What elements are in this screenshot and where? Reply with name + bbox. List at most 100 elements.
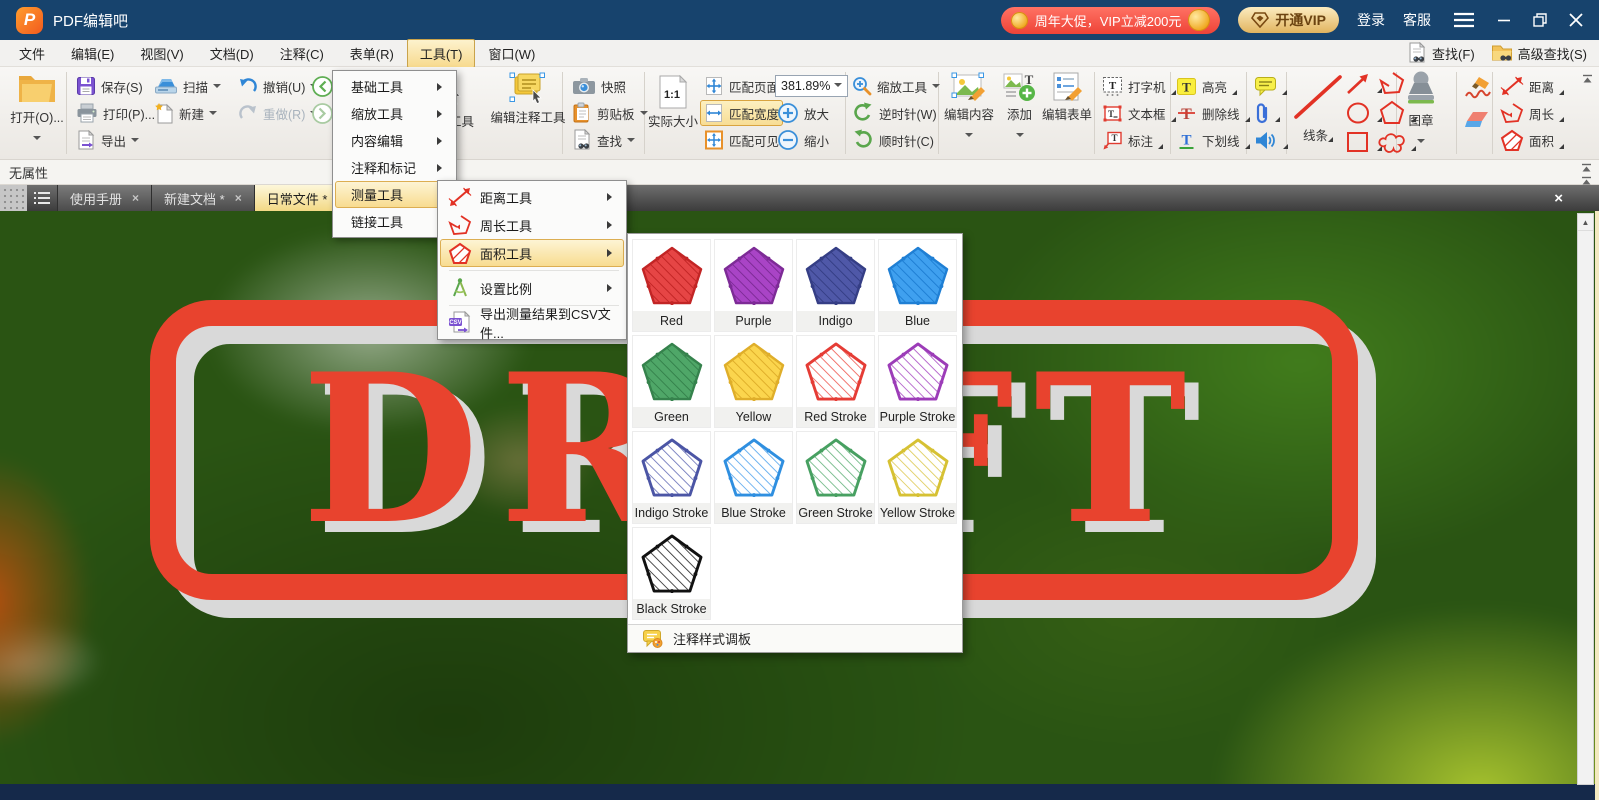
toolbar-button-周长[interactable]: 周长 (1496, 100, 1568, 126)
toolbar-button-打开-o-[interactable]: 打开(O)... (8, 71, 66, 144)
palette-item-red-stroke[interactable]: Red Stroke (796, 335, 875, 428)
toolbar-button-逆时针-w-[interactable]: 逆时针(W) (848, 100, 941, 126)
menu-item-缩放工具[interactable]: 缩放工具 (335, 100, 454, 127)
toolbar-button-高亮[interactable]: T高亮 (1172, 73, 1241, 99)
palette-item-yellow[interactable]: Yellow (714, 335, 793, 428)
underline-icon: T (1176, 130, 1197, 151)
menubar-item-文档-d-[interactable]: 文档(D) (197, 39, 267, 68)
toolbar-button-打印-p-[interactable]: 打印(P)... (72, 100, 159, 126)
close-document-button[interactable]: × (1554, 185, 1563, 211)
menu-item-面积工具[interactable]: 面积工具 (440, 239, 624, 267)
menu-item-label: 缩放工具 (351, 104, 403, 123)
palette-item-blue[interactable]: Blue (878, 239, 957, 332)
menu-item-内容编辑[interactable]: 内容编辑 (335, 127, 454, 154)
palette-item-yellow-stroke[interactable]: Yellow Stroke (878, 431, 957, 524)
menubar-item-工具-t-[interactable]: 工具(T) (407, 39, 476, 68)
minimize-button[interactable] (1497, 13, 1511, 27)
toolbar-button-距离[interactable]: 距离 (1496, 73, 1568, 99)
tabbar-grip-handle[interactable] (0, 185, 27, 211)
tab-list-button[interactable] (27, 185, 58, 211)
toolbar-button-查找[interactable]: 查找 (568, 127, 639, 153)
toolbar-button-实际大小[interactable]: 1:1实际大小 (648, 75, 698, 130)
button-label: 高亮 (1202, 77, 1227, 96)
toolbar-button-新建[interactable]: 新建 (150, 100, 221, 126)
annotation-style-palette-button[interactable]: 注释样式调板 (628, 624, 962, 652)
submenu-arrow-icon (607, 193, 616, 201)
toolbar-button-保存-s-[interactable]: 保存(S) (72, 73, 147, 99)
toolbar-button-编辑内容[interactable]: 编辑内容 (944, 72, 994, 141)
toolbar-button-标注[interactable]: T标注 (1098, 127, 1167, 153)
menu-item-设置比例[interactable]: 设置比例 (440, 274, 624, 302)
toolbar-button-匹配可见[interactable]: 匹配可见 (700, 127, 783, 153)
toolbar-button-扫描[interactable]: 扫描 (150, 73, 225, 99)
toolbar-button-line[interactable]: 线条 (1290, 71, 1346, 144)
menu-item-距离工具[interactable]: 距离工具 (440, 183, 624, 211)
menubar-item-文件[interactable]: 文件 (6, 39, 58, 68)
toolbar-button-删除线[interactable]: T删除线 (1172, 100, 1254, 126)
support-link[interactable]: 客服 (1403, 10, 1431, 30)
toolbar-button-eraser[interactable] (1460, 107, 1494, 133)
palette-item-blue-stroke[interactable]: Blue Stroke (714, 431, 793, 524)
toolbar-button-图章[interactable]: 图章 (1400, 70, 1442, 147)
collapse-panel-icon[interactable] (1581, 163, 1592, 173)
toolbar-button-导出[interactable]: 导出 (72, 127, 143, 153)
close-button[interactable] (1569, 13, 1583, 27)
toolbar-button-匹配页面[interactable]: 匹配页面 (700, 73, 783, 99)
menu-item-基础工具[interactable]: 基础工具 (335, 73, 454, 100)
toolbar-button-打字机[interactable]: T打字机 (1098, 73, 1180, 99)
advanced-find-button[interactable]: 高级查找(S) (1491, 43, 1587, 63)
menubar-item-视图-v-[interactable]: 视图(V) (127, 39, 196, 68)
toolbar-button-添加[interactable]: T添加 (1002, 72, 1037, 141)
vertical-scrollbar[interactable]: ▲ (1577, 213, 1594, 785)
menubar-item-窗口-w-[interactable]: 窗口(W) (475, 39, 548, 68)
menu-item-注释和标记[interactable]: 注释和标记 (335, 154, 454, 181)
toolbar-button-放大[interactable]: 放大 (773, 100, 833, 126)
palette-item-green-stroke[interactable]: Green Stroke (796, 431, 875, 524)
palette-item-black-stroke[interactable]: Black Stroke (632, 527, 711, 620)
zoomout-icon (777, 129, 799, 151)
menubar-item-注释-c-[interactable]: 注释(C) (267, 39, 337, 68)
menu-item-周长工具[interactable]: 周长工具 (440, 211, 624, 239)
promo-banner[interactable]: 周年大促，VIP立减200元 (1001, 7, 1221, 34)
collapse-ribbon-button[interactable] (1582, 71, 1593, 89)
zoom-level-select[interactable]: 381.89% (775, 75, 848, 97)
document-tab-新建文档-[interactable]: 新建文档 *× (152, 185, 255, 211)
scroll-up-button[interactable]: ▲ (1578, 214, 1593, 231)
toolbar-button-匹配宽度[interactable]: 匹配宽度 (700, 100, 783, 126)
toolbar-button-comment[interactable] (1250, 73, 1291, 99)
toolbar-button-缩放工具[interactable]: 缩放工具 (848, 73, 944, 99)
toolbar-button-paperclip[interactable] (1250, 100, 1284, 126)
menu-item-导出测量结果到csv文件-[interactable]: CSV导出测量结果到CSV文件... (440, 309, 624, 337)
dropdown-caret-icon (213, 84, 221, 92)
toolbar-button-编辑注释工具[interactable]: 编辑注释工具 (486, 72, 570, 126)
menubar-item-表单-r-[interactable]: 表单(R) (337, 39, 407, 68)
tab-close-icon[interactable]: × (235, 191, 242, 205)
toolbar-button-缩小[interactable]: 缩小 (773, 127, 833, 153)
tab-close-icon[interactable]: × (132, 191, 139, 205)
find-button[interactable]: 查找(F) (1407, 42, 1475, 64)
palette-item-purple[interactable]: Purple (714, 239, 793, 332)
login-link[interactable]: 登录 (1357, 10, 1385, 30)
toolbar-button-面积[interactable]: 面积 (1496, 127, 1568, 153)
toolbar-button-文本框[interactable]: T文本框 (1098, 100, 1180, 126)
menu-item-label: 注释和标记 (351, 158, 416, 177)
titlebar-right: 周年大促，VIP立减200元 开通VIP 登录 客服 (1001, 7, 1583, 34)
collapse-panel-buttons[interactable] (1581, 163, 1592, 186)
palette-item-red[interactable]: Red (632, 239, 711, 332)
vip-button[interactable]: 开通VIP (1238, 7, 1339, 33)
toolbar-button-下划线[interactable]: T下划线 (1172, 127, 1254, 153)
palette-item-indigo-stroke[interactable]: Indigo Stroke (632, 431, 711, 524)
palette-item-green[interactable]: Green (632, 335, 711, 428)
restore-button[interactable] (1533, 13, 1547, 27)
toolbar-button-编辑表单[interactable]: 编辑表单 (1042, 72, 1092, 123)
toolbar-button-快照[interactable]: 快照 (568, 73, 630, 99)
toolbar-button-speaker[interactable] (1250, 127, 1292, 153)
toolbar-button-顺时针-c-[interactable]: 顺时针(C) (848, 127, 938, 153)
toolbar-button-剪贴板[interactable]: 剪贴板 (568, 100, 652, 126)
toolbar-button-scribble[interactable] (1460, 75, 1496, 101)
document-tab-使用手册[interactable]: 使用手册× (58, 185, 152, 211)
palette-item-indigo[interactable]: Indigo (796, 239, 875, 332)
window-menu-button[interactable] (1453, 12, 1475, 28)
menubar-item-编辑-e-[interactable]: 编辑(E) (58, 39, 127, 68)
palette-item-purple-stroke[interactable]: Purple Stroke (878, 335, 957, 428)
